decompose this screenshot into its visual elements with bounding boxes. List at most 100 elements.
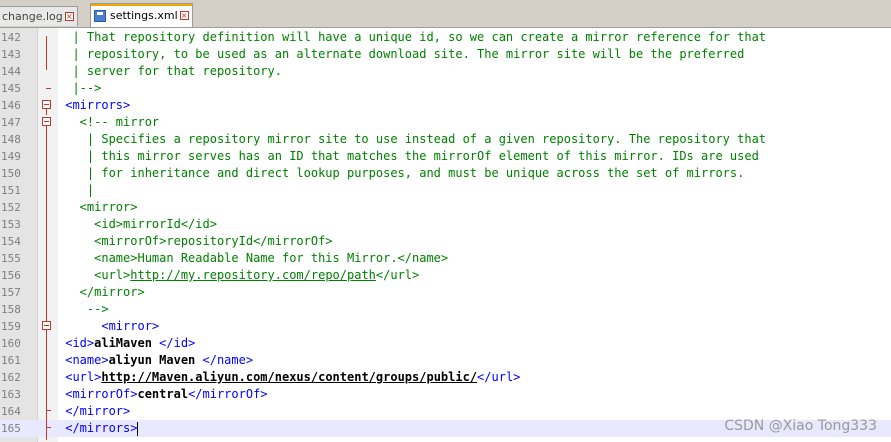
code-token: <mirror> (58, 200, 138, 214)
code-editor[interactable]: 142 | That repository definition will ha… (0, 28, 891, 442)
code-line[interactable]: 142 | That repository definition will ha… (0, 29, 891, 46)
code-token: </name> (202, 353, 254, 367)
code-line[interactable]: 145 |--> (0, 80, 891, 97)
fold-toggle-icon[interactable] (42, 321, 51, 330)
fold-guide (46, 36, 47, 70)
code-token: </mirror> (58, 404, 131, 418)
code-line[interactable]: 158 --> (0, 301, 891, 318)
code-line[interactable]: 149 | this mirror serves has an ID that … (0, 148, 891, 165)
close-tab-icon[interactable]: × (179, 11, 189, 20)
code-text: </mirrors> (58, 420, 139, 437)
line-number: 164 (1, 405, 21, 418)
code-text: </mirror> (58, 403, 130, 420)
code-line[interactable]: 155 <name>Human Readable Name for this M… (0, 250, 891, 267)
code-token: aliMaven (94, 336, 160, 350)
line-number: 144 (1, 65, 21, 78)
code-text: <mirror> (58, 199, 138, 216)
text-caret (137, 421, 139, 436)
tab-change-log[interactable]: change.log × (0, 6, 78, 26)
line-number: 154 (1, 235, 21, 248)
url-link[interactable]: http://Maven.aliyun.com/nexus/content/gr… (101, 370, 477, 384)
code-text: </mirror> (58, 284, 145, 301)
line-number: 150 (1, 167, 21, 180)
tab-label: change.log (2, 10, 63, 23)
code-text: <id>aliMaven </id> (58, 335, 195, 352)
fold-guide (46, 330, 47, 440)
tab-label: settings.xml (110, 9, 178, 22)
code-text: <mirrorOf>repositoryId</mirrorOf> (58, 233, 333, 250)
line-number: 146 (1, 99, 21, 112)
code-text: | That repository definition will have a… (58, 29, 766, 46)
code-token: </url> (375, 268, 420, 282)
code-text: |--> (58, 80, 101, 97)
fold-toggle-icon[interactable] (42, 100, 51, 109)
code-line[interactable]: 160 <id>aliMaven </id> (0, 335, 891, 352)
code-token: <mirror> (58, 319, 160, 333)
code-text: <id>mirrorId</id> (58, 216, 217, 233)
line-number: 153 (1, 218, 21, 231)
code-line[interactable]: 151 | (0, 182, 891, 199)
code-line[interactable]: 147 <!-- mirror (0, 114, 891, 131)
code-line[interactable]: 148 | Specifies a repository mirror site… (0, 131, 891, 148)
code-token: | (58, 183, 95, 197)
code-line[interactable]: 150 | for inheritance and direct lookup … (0, 165, 891, 182)
code-token: <mirrorOf> (58, 387, 138, 401)
code-token: central (137, 387, 189, 401)
code-text: | (58, 182, 94, 199)
code-token: | That repository definition will have a… (58, 30, 767, 44)
code-text: <url>http://my.repository.com/repo/path<… (58, 267, 419, 284)
line-number: 142 (1, 31, 21, 44)
code-token: <url> (58, 268, 131, 282)
line-number: 161 (1, 354, 21, 367)
code-text: <mirrorOf>central</mirrorOf> (58, 386, 268, 403)
code-line[interactable]: 156 <url>http://my.repository.com/repo/p… (0, 267, 891, 284)
code-token: <name> (58, 353, 109, 367)
fold-guide (46, 126, 47, 321)
line-number: 159 (1, 320, 21, 333)
code-text: <!-- mirror (58, 114, 159, 131)
code-token: <id>mirrorId</id> (58, 217, 217, 231)
code-line[interactable]: 152 <mirror> (0, 199, 891, 216)
code-line[interactable]: 162 <url>http://Maven.aliyun.com/nexus/c… (0, 369, 891, 386)
code-line[interactable]: 144 | server for that repository. (0, 63, 891, 80)
code-token: |--> (58, 81, 102, 95)
code-line[interactable]: 153 <id>mirrorId</id> (0, 216, 891, 233)
line-number: 143 (1, 48, 21, 61)
code-text: | for inheritance and direct lookup purp… (58, 165, 744, 182)
code-token: </url> (477, 370, 521, 384)
code-text: <mirror> (58, 318, 159, 335)
code-text: <url>http://Maven.aliyun.com/nexus/conte… (58, 369, 520, 386)
code-token: | Specifies a repository mirror site to … (58, 132, 767, 146)
code-token: aliyun Maven (108, 353, 203, 367)
code-line[interactable]: 161 <name>aliyun Maven </name> (0, 352, 891, 369)
code-token: | for inheritance and direct lookup purp… (58, 166, 745, 180)
code-token: <mirrorOf>repositoryId</mirrorOf> (58, 234, 333, 248)
line-number: 145 (1, 82, 21, 95)
tab-settings-xml[interactable]: settings.xml × (90, 3, 193, 27)
code-line[interactable]: 157 </mirror> (0, 284, 891, 301)
code-text: | repository, to be used as an alternate… (58, 46, 744, 63)
code-line[interactable]: 146 <mirrors> (0, 97, 891, 114)
code-token: <!-- mirror (58, 115, 160, 129)
code-token: <mirrors> (58, 98, 131, 112)
code-line[interactable]: 154 <mirrorOf>repositoryId</mirrorOf> (0, 233, 891, 250)
fold-toggle-icon[interactable] (42, 117, 51, 126)
code-line[interactable]: 143 | repository, to be used as an alter… (0, 46, 891, 63)
url-link[interactable]: http://my.repository.com/repo/path (130, 268, 376, 282)
line-number: 165 (1, 422, 21, 435)
code-line[interactable]: 159 <mirror> (0, 318, 891, 335)
file-save-icon (94, 9, 106, 22)
line-number: 148 (1, 133, 21, 146)
close-tab-icon[interactable]: × (64, 12, 74, 21)
line-number: 163 (1, 388, 21, 401)
line-number: 149 (1, 150, 21, 163)
code-token: </id> (159, 336, 196, 350)
code-line[interactable]: 163 <mirrorOf>central</mirrorOf> (0, 386, 891, 403)
fold-guide (46, 109, 47, 115)
code-text: --> (58, 301, 109, 318)
code-token: </mirrorOf> (188, 387, 268, 401)
code-token: <id> (58, 336, 95, 350)
code-text: <name>aliyun Maven </name> (58, 352, 253, 369)
line-number: 157 (1, 286, 21, 299)
code-text: | Specifies a repository mirror site to … (58, 131, 766, 148)
